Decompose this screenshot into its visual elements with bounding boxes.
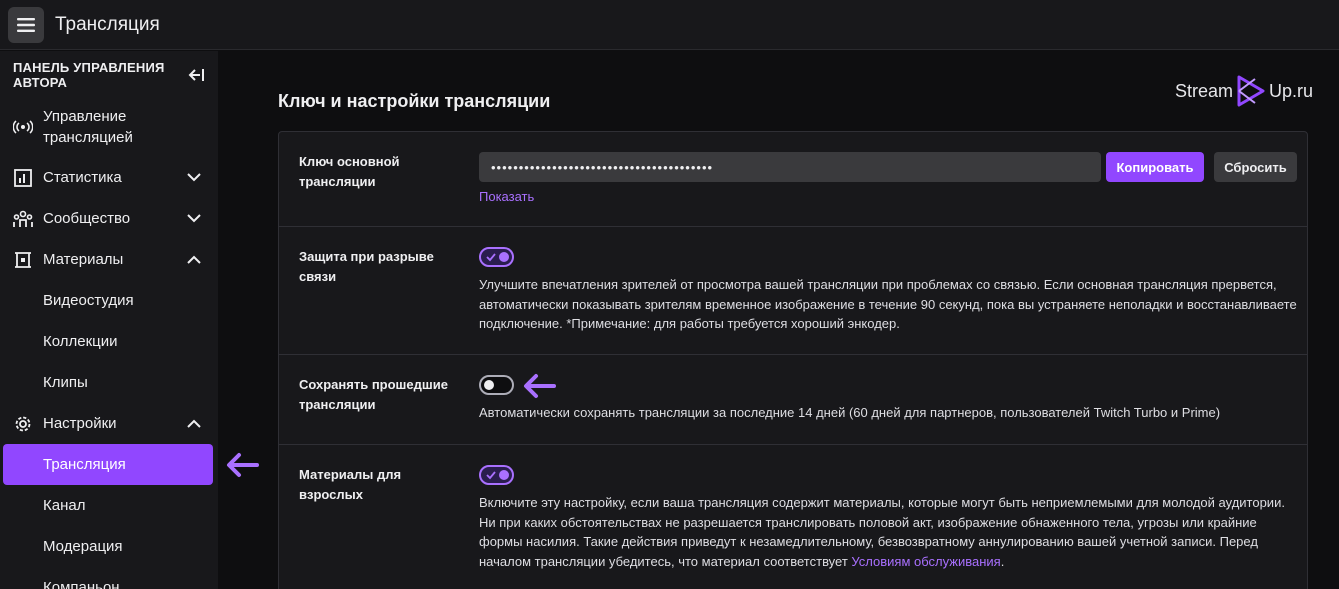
sidebar-item-label: Канал	[43, 497, 86, 514]
play-logo-icon	[1237, 75, 1265, 107]
store-past-broadcasts-label: Сохранять прошедшие трансляции	[299, 377, 448, 412]
settings-panel: Ключ основной трансляции •••••••••••••••…	[278, 131, 1308, 589]
sidebar-item-community[interactable]: Сообщество	[3, 198, 213, 239]
hamburger-icon	[17, 17, 35, 32]
sidebar-item-stream[interactable]: Трансляция	[3, 444, 213, 485]
sidebar-item-label: Видеостудия	[43, 292, 134, 309]
checkmark-icon	[486, 253, 496, 262]
gear-icon	[13, 414, 33, 434]
logo-text-right: Up.ru	[1268, 80, 1313, 101]
hamburger-menu-button[interactable]	[8, 6, 44, 43]
sidebar-item-label: Настройки	[43, 415, 117, 432]
sidebar-item-label: Управление трансляцией	[43, 108, 133, 146]
stream-key-row: Ключ основной трансляции •••••••••••••••…	[279, 132, 1307, 227]
checkmark-icon	[486, 471, 496, 480]
sidebar-item-label: Трансляция	[43, 456, 126, 473]
sidebar-item-label: Модерация	[43, 538, 123, 555]
store-past-broadcasts-description: Автоматически сохранять трансляции за по…	[479, 405, 1221, 420]
stats-icon	[13, 168, 33, 188]
collapse-sidebar-button[interactable]	[186, 65, 206, 85]
sidebar-item-settings[interactable]: Настройки	[3, 403, 213, 444]
copy-button[interactable]: Копировать	[1106, 152, 1204, 182]
sidebar-item-label: Клипы	[43, 374, 88, 391]
annotation-arrow-icon	[524, 374, 556, 398]
sidebar-item-moderation[interactable]: Модерация	[3, 526, 213, 567]
section-title: Ключ и настройки трансляции	[278, 91, 551, 111]
page-title: Трансляция	[55, 13, 160, 35]
chevron-down-icon	[187, 212, 201, 226]
collapse-left-icon	[188, 69, 204, 81]
sidebar-item-label: Материалы	[43, 251, 124, 268]
mature-content-toggle[interactable]	[479, 465, 514, 485]
disconnect-protection-toggle[interactable]	[479, 247, 514, 267]
chevron-down-icon	[187, 171, 201, 185]
sidebar: ПАНЕЛЬ УПРАВЛЕНИЯ АВТОРА Управление тран…	[0, 51, 218, 589]
sidebar-heading: ПАНЕЛЬ УПРАВЛЕНИЯ АВТОРА	[13, 60, 165, 90]
streamup-logo: Stream Up.ru	[1175, 73, 1313, 109]
stream-key-label: Ключ основной трансляции	[299, 154, 400, 189]
logo-text-left: Stream	[1174, 80, 1233, 101]
top-bar: Трансляция	[0, 0, 1339, 50]
sidebar-item-label: Компаньон	[43, 579, 120, 589]
sidebar-item-channel[interactable]: Канал	[3, 485, 213, 526]
chevron-up-icon	[187, 253, 201, 267]
disconnect-protection-label: Защита при разрыве связи	[299, 249, 434, 284]
main-content: Stream Up.ru Ключ и настройки трансляции…	[218, 51, 1339, 589]
broadcast-icon	[13, 117, 33, 137]
sidebar-item-label: Сообщество	[43, 210, 131, 227]
mature-description-tail: .	[1000, 553, 1005, 569]
store-past-broadcasts-toggle[interactable]	[479, 375, 514, 395]
sidebar-item-stream-manager[interactable]: Управление трансляцией	[3, 101, 213, 153]
store-past-broadcasts-row: Сохранять прошедшие трансляции Автоматич…	[279, 355, 1307, 445]
disconnect-protection-description: Улучшите впечатления зрителей от просмот…	[479, 277, 1297, 331]
sidebar-item-companion[interactable]: Компаньон	[3, 567, 213, 589]
mature-content-label: Материалы для взрослых	[299, 467, 402, 502]
disconnect-protection-row: Защита при разрыве связи Улучшите впечат…	[279, 227, 1307, 355]
show-key-link[interactable]: Показать	[479, 189, 534, 204]
reset-button[interactable]: Сбросить	[1214, 152, 1297, 182]
mature-content-description: Включите эту настройку, если ваша трансл…	[479, 493, 1299, 571]
mature-content-row: Материалы для взрослых Включите эту наст…	[279, 445, 1307, 589]
terms-of-service-link[interactable]: Условиям обслуживания	[851, 554, 1000, 569]
content-icon	[13, 250, 33, 270]
community-icon	[13, 209, 33, 229]
sidebar-item-video-studio[interactable]: Видеостудия	[3, 280, 213, 321]
sidebar-item-label: Статистика	[43, 169, 122, 186]
sidebar-item-content[interactable]: Материалы	[3, 239, 213, 280]
stream-key-field[interactable]: ••••••••••••••••••••••••••••••••••••••••	[479, 152, 1101, 182]
sidebar-item-label: Коллекции	[43, 333, 118, 350]
chevron-up-icon	[187, 417, 201, 431]
sidebar-item-collections[interactable]: Коллекции	[3, 321, 213, 362]
sidebar-item-stats[interactable]: Статистика	[3, 157, 213, 198]
sidebar-item-clips[interactable]: Клипы	[3, 362, 213, 403]
